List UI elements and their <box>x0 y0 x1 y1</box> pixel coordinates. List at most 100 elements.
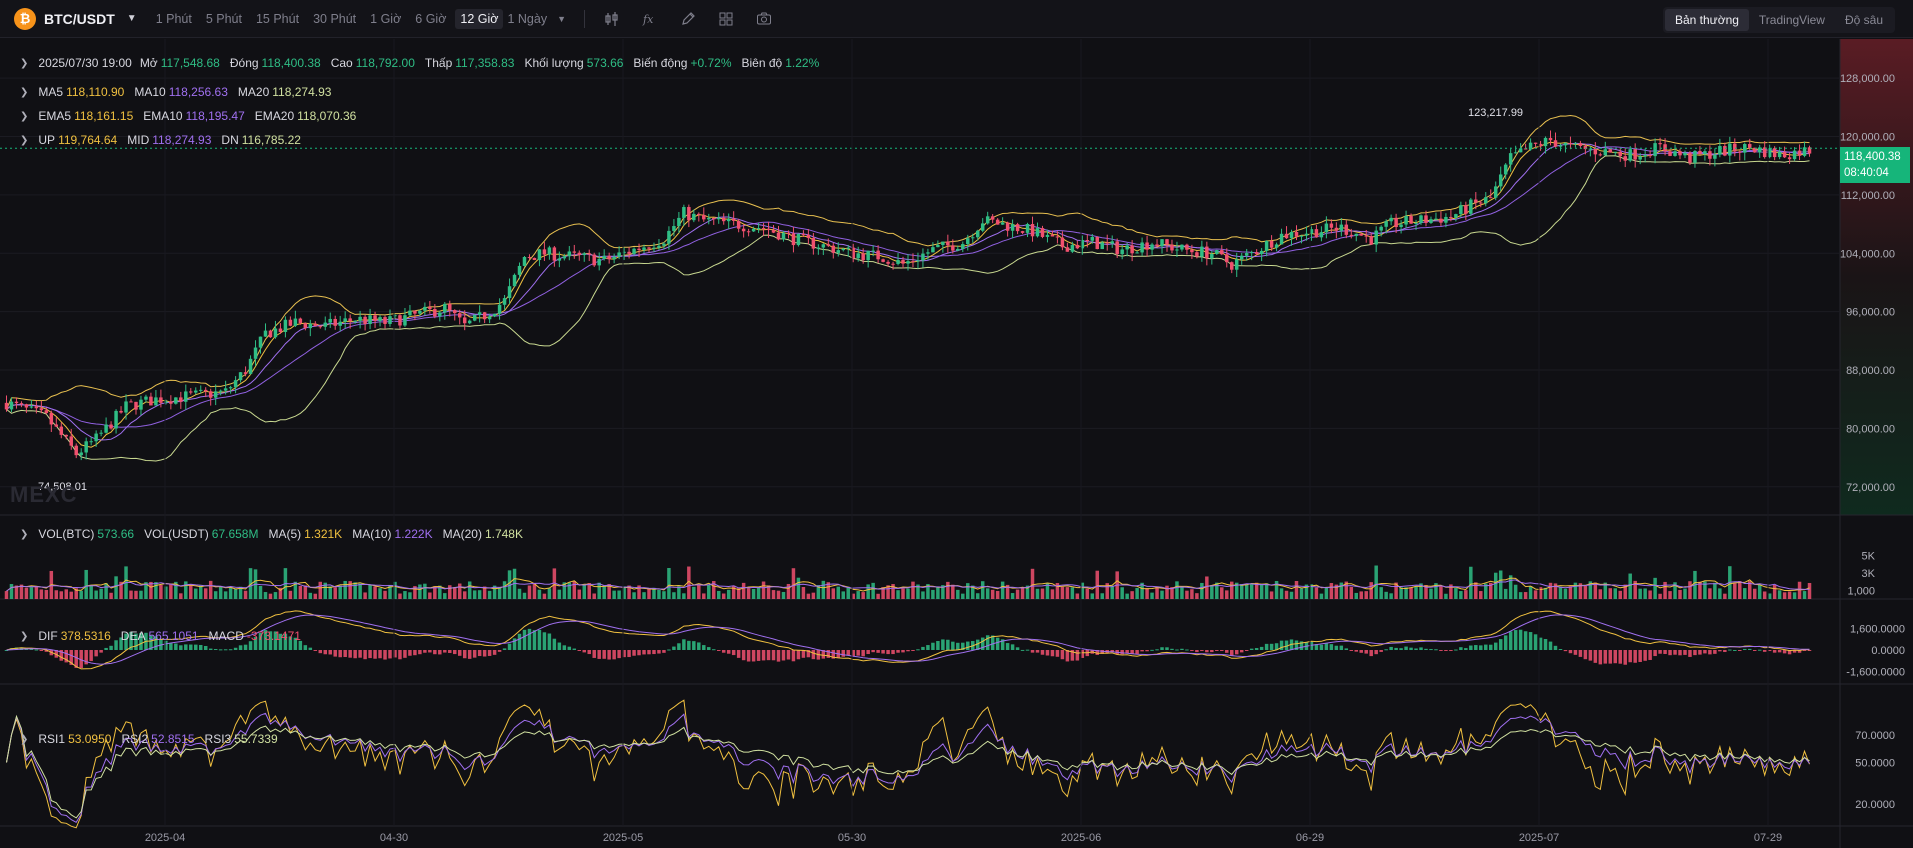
macd-histogram-bar <box>1533 634 1538 650</box>
candle <box>1110 241 1114 244</box>
macd-histogram-bar <box>801 650 806 658</box>
collapse-chevron-icon[interactable]: ❯ <box>20 111 28 122</box>
timeframe-2[interactable]: 15 Phút <box>251 9 304 29</box>
candle <box>971 237 975 239</box>
view-button-0[interactable]: Bản thường <box>1664 9 1749 31</box>
candle <box>1424 215 1428 223</box>
collapse-chevron-icon[interactable]: ❯ <box>20 631 28 642</box>
collapse-chevron-icon[interactable]: ❯ <box>20 734 28 745</box>
volume-bar <box>114 576 118 599</box>
candle <box>776 232 781 240</box>
camera-icon[interactable] <box>749 7 779 31</box>
macd-histogram-bar <box>109 645 113 650</box>
view-button-1[interactable]: TradingView <box>1749 9 1835 31</box>
timeframe-4[interactable]: 1 Giờ <box>365 9 406 29</box>
timeframe-5[interactable]: 6 Giờ <box>410 9 451 29</box>
volume-bar <box>1399 587 1403 599</box>
macd-histogram-bar <box>1479 645 1483 650</box>
collapse-chevron-icon[interactable]: ❯ <box>20 87 28 98</box>
macd-histogram-bar <box>1573 650 1578 655</box>
timeframe-0[interactable]: 1 Phút <box>151 9 197 29</box>
volume-bar <box>368 584 372 599</box>
candle <box>19 403 24 405</box>
candle <box>1638 156 1642 160</box>
collapse-chevron-icon[interactable]: ❯ <box>20 529 28 540</box>
macd-histogram-bar <box>1030 650 1035 653</box>
candle <box>985 216 990 224</box>
open-label: Mở <box>139 56 158 70</box>
candle <box>617 252 621 257</box>
candle <box>871 250 875 252</box>
indicator-fx-icon[interactable]: fx <box>635 7 665 31</box>
volume-bar <box>1772 584 1777 599</box>
macd-histogram-bar <box>1439 650 1443 651</box>
macd-histogram-bar <box>1060 650 1065 660</box>
timeframe-more-dropdown[interactable]: 1 Ngày ▼ <box>507 12 566 26</box>
candle <box>1005 222 1010 231</box>
volume-bar <box>467 581 472 599</box>
volume-bar <box>746 588 751 599</box>
macd-histogram-bar <box>1409 647 1413 650</box>
collapse-chevron-icon[interactable]: ❯ <box>20 58 28 69</box>
candle <box>1668 151 1672 156</box>
volume-bar <box>692 586 696 599</box>
chart-area[interactable]: 128,000.00 120,000.00 112,000.00 104,000.00… <box>0 39 1913 848</box>
candle <box>1249 252 1254 254</box>
volume-bar <box>1205 576 1209 599</box>
candle <box>1294 231 1299 237</box>
volume-label: Khối lượng <box>524 56 584 70</box>
candle <box>821 244 826 248</box>
candle <box>836 250 841 253</box>
time-axis-label: 07-29 <box>1754 832 1782 844</box>
timeframe-3[interactable]: 30 Phút <box>308 9 361 29</box>
volume-bar <box>811 592 816 599</box>
macd-histogram-bar <box>1175 649 1179 651</box>
macd-histogram-bar <box>896 650 900 653</box>
candle <box>104 424 108 433</box>
macd-histogram-bar <box>398 650 402 660</box>
layout-grid-icon[interactable] <box>711 7 741 31</box>
candle <box>1145 242 1149 250</box>
candle-type-icon[interactable] <box>597 7 627 31</box>
candle <box>462 317 467 324</box>
price-axis-label: 104,000.00 <box>1840 248 1895 260</box>
volume-bar <box>966 583 970 599</box>
symbol-selector[interactable]: BTC/USDT <box>44 11 115 27</box>
draw-pen-icon[interactable] <box>673 7 703 31</box>
candle <box>64 434 69 437</box>
volume-bar <box>1608 588 1613 599</box>
volume-bar <box>647 588 651 599</box>
macd-histogram-bar <box>1543 639 1548 650</box>
volume-bar <box>1479 591 1483 599</box>
collapse-chevron-icon[interactable]: ❯ <box>20 135 28 146</box>
timeframe-6[interactable]: 12 Giờ <box>455 8 504 29</box>
candle <box>961 244 965 249</box>
vol-btc-label: VOL(BTC) <box>38 527 95 541</box>
macd-histogram-bar <box>507 643 512 650</box>
candle <box>248 358 253 374</box>
candle <box>208 391 213 398</box>
candle <box>1324 223 1329 233</box>
macd-histogram-bar <box>418 650 422 655</box>
volume-bar <box>577 589 582 599</box>
volume-bar <box>931 589 935 599</box>
macd-histogram-bar <box>1225 650 1229 653</box>
volume-bar <box>657 589 661 599</box>
timeframe-1[interactable]: 5 Phút <box>201 9 247 29</box>
volume-bar <box>1324 587 1329 599</box>
vol-ma20-label: MA(20) <box>442 527 482 541</box>
symbol-dropdown-icon[interactable]: ▼ <box>127 13 137 24</box>
candle <box>766 228 771 231</box>
boll-up-value: 119,764.64 <box>58 133 118 147</box>
ma10-label: MA10 <box>134 85 166 99</box>
macd-histogram-bar <box>502 648 507 650</box>
rsi-axis-label: 70.0000 <box>1855 730 1895 742</box>
volume-bar <box>1518 592 1523 599</box>
candle <box>916 260 920 262</box>
macd-histogram-bar <box>1239 650 1244 653</box>
volume-bar <box>831 588 836 599</box>
time-axis-label: 04-30 <box>380 832 408 844</box>
macd-histogram-bar <box>388 650 392 659</box>
candle <box>1439 218 1443 223</box>
view-button-2[interactable]: Độ sâu <box>1835 9 1893 31</box>
